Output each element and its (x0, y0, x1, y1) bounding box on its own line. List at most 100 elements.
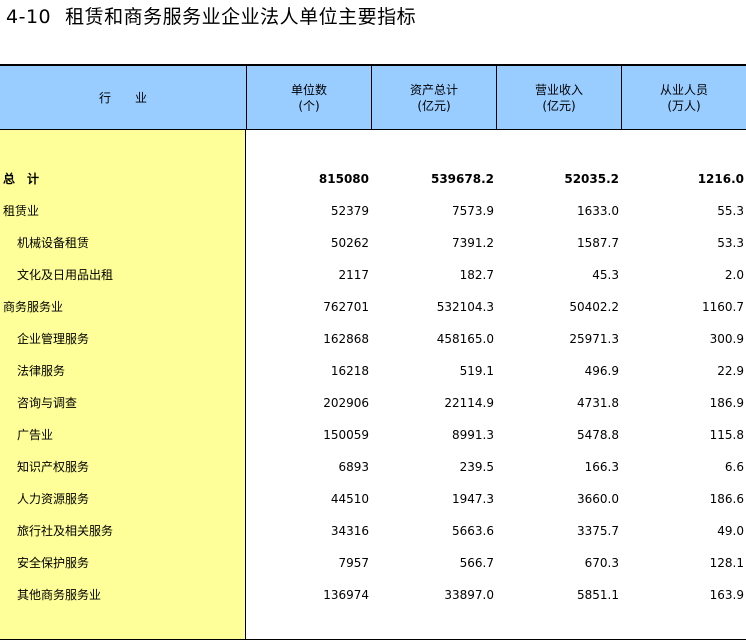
cell-total-assets: 519.1 (459, 364, 494, 378)
cell-revenue: 1633.0 (577, 204, 619, 218)
row-label: 广告业 (17, 428, 54, 442)
cell-revenue: 3660.0 (577, 492, 619, 506)
cell-employees: 128.1 (709, 556, 744, 570)
row-label: 租赁业 (3, 204, 40, 218)
cell-employees: 186.9 (709, 396, 744, 410)
table-row: 法律服务 16218 519.1 496.9 22.9 (0, 355, 746, 387)
cell-revenue: 50402.2 (569, 300, 619, 314)
cell-total-assets: 7573.9 (452, 204, 494, 218)
cell-employees: 22.9 (717, 364, 744, 378)
header-employees-name: 从业人员 (659, 82, 708, 97)
header-unit-count-name: 单位数 (290, 82, 327, 97)
header-total-assets-name: 资产总计 (409, 82, 458, 97)
row-label: 咨询与调查 (17, 396, 78, 410)
table-row: 企业管理服务 162868 458165.0 25971.3 300.9 (0, 323, 746, 355)
cell-revenue: 3375.7 (577, 524, 619, 538)
cell-unit-count: 762701 (323, 300, 369, 314)
cell-total-assets: 539678.2 (430, 172, 494, 186)
cell-total-assets: 532104.3 (436, 300, 494, 314)
table-row: 咨询与调查 202906 22114.9 4731.8 186.9 (0, 387, 746, 419)
cell-unit-count: 52379 (330, 204, 369, 218)
cell-revenue: 166.3 (584, 460, 619, 474)
cell-unit-count: 16218 (330, 364, 369, 378)
table-number: 4-10 (6, 6, 52, 28)
cell-employees: 1216.0 (697, 172, 744, 186)
table-row: 旅行社及相关服务 34316 5663.6 3375.7 49.0 (0, 515, 746, 547)
row-label: 知识产权服务 (17, 460, 90, 474)
cell-total-assets: 458165.0 (436, 332, 494, 346)
row-label: 安全保护服务 (17, 556, 90, 570)
header-revenue-name: 营业收入 (534, 82, 583, 97)
cell-unit-count: 34316 (330, 524, 369, 538)
header-employees-unit: (万人) (667, 98, 701, 113)
cell-employees: 163.9 (709, 588, 744, 602)
header-employees: 从业人员 (万人) (621, 66, 746, 129)
cell-employees: 186.6 (709, 492, 744, 506)
page-title: 4-10 租赁和商务服务业企业法人单位主要指标 (6, 4, 416, 30)
cell-unit-count: 815080 (318, 172, 369, 186)
cell-unit-count: 162868 (323, 332, 369, 346)
cell-unit-count: 6893 (338, 460, 369, 474)
cell-revenue: 52035.2 (564, 172, 619, 186)
row-label: 文化及日用品出租 (17, 268, 114, 282)
cell-unit-count: 44510 (330, 492, 369, 506)
cell-revenue: 4731.8 (577, 396, 619, 410)
cell-revenue: 25971.3 (569, 332, 619, 346)
cell-revenue: 45.3 (592, 268, 619, 282)
cell-revenue: 5851.1 (577, 588, 619, 602)
table-row: 知识产权服务 6893 239.5 166.3 6.6 (0, 451, 746, 483)
cell-revenue: 496.9 (584, 364, 619, 378)
cell-employees: 49.0 (717, 524, 744, 538)
row-label: 旅行社及相关服务 (17, 524, 114, 538)
cell-total-assets: 33897.0 (444, 588, 494, 602)
cell-unit-count: 202906 (323, 396, 369, 410)
header-industry-label: 行 业 (98, 90, 147, 105)
row-label: 企业管理服务 (17, 332, 90, 346)
cell-unit-count: 7957 (338, 556, 369, 570)
header-industry: 行 业 (0, 66, 246, 129)
cell-unit-count: 150059 (323, 428, 369, 442)
cell-total-assets: 7391.2 (452, 236, 494, 250)
row-label: 总 计 (3, 172, 40, 186)
cell-unit-count: 50262 (330, 236, 369, 250)
row-label: 人力资源服务 (17, 492, 90, 506)
table-row: 安全保护服务 7957 566.7 670.3 128.1 (0, 547, 746, 579)
cell-total-assets: 5663.6 (452, 524, 494, 538)
table-row: 广告业 150059 8991.3 5478.8 115.8 (0, 419, 746, 451)
cell-revenue: 1587.7 (577, 236, 619, 250)
cell-employees: 1160.7 (702, 300, 744, 314)
row-label: 商务服务业 (3, 300, 64, 314)
table-row: 其他商务服务业 136974 33897.0 5851.1 163.9 (0, 579, 746, 611)
table-row: 商务服务业 762701 532104.3 50402.2 1160.7 (0, 291, 746, 323)
cell-revenue: 670.3 (584, 556, 619, 570)
cell-total-assets: 182.7 (459, 268, 494, 282)
header-total-assets: 资产总计 (亿元) (371, 66, 496, 129)
cell-employees: 53.3 (717, 236, 744, 250)
table-title-text: 租赁和商务服务业企业法人单位主要指标 (65, 6, 417, 28)
table-row: 总 计 815080 539678.2 52035.2 1216.0 (0, 163, 746, 195)
cell-unit-count: 2117 (338, 268, 369, 282)
cell-employees: 55.3 (717, 204, 744, 218)
row-label: 机械设备租赁 (17, 236, 90, 250)
cell-total-assets: 566.7 (459, 556, 494, 570)
row-label: 法律服务 (17, 364, 66, 378)
cell-revenue: 5478.8 (577, 428, 619, 442)
header-unit-count: 单位数 (个) (246, 66, 371, 129)
cell-total-assets: 8991.3 (452, 428, 494, 442)
table-row: 人力资源服务 44510 1947.3 3660.0 186.6 (0, 483, 746, 515)
cell-employees: 115.8 (709, 428, 744, 442)
cell-employees: 300.9 (709, 332, 744, 346)
cell-employees: 6.6 (724, 460, 744, 474)
cell-total-assets: 239.5 (459, 460, 494, 474)
cell-total-assets: 22114.9 (444, 396, 494, 410)
header-revenue: 营业收入 (亿元) (496, 66, 621, 129)
row-label: 其他商务服务业 (17, 588, 102, 602)
table-row: 文化及日用品出租 2117 182.7 45.3 2.0 (0, 259, 746, 291)
table-row: 租赁业 52379 7573.9 1633.0 55.3 (0, 195, 746, 227)
header-unit-count-unit: (个) (298, 98, 320, 113)
cell-employees: 2.0 (724, 268, 744, 282)
header-total-assets-unit: (亿元) (417, 98, 451, 113)
statistics-table: 行 业 单位数 (个) 资产总计 (亿元) 营业收入 (亿元) 从业人员 (万人… (0, 64, 746, 640)
table-header: 行 业 单位数 (个) 资产总计 (亿元) 营业收入 (亿元) 从业人员 (万人… (0, 66, 746, 130)
table-row: 机械设备租赁 50262 7391.2 1587.7 53.3 (0, 227, 746, 259)
